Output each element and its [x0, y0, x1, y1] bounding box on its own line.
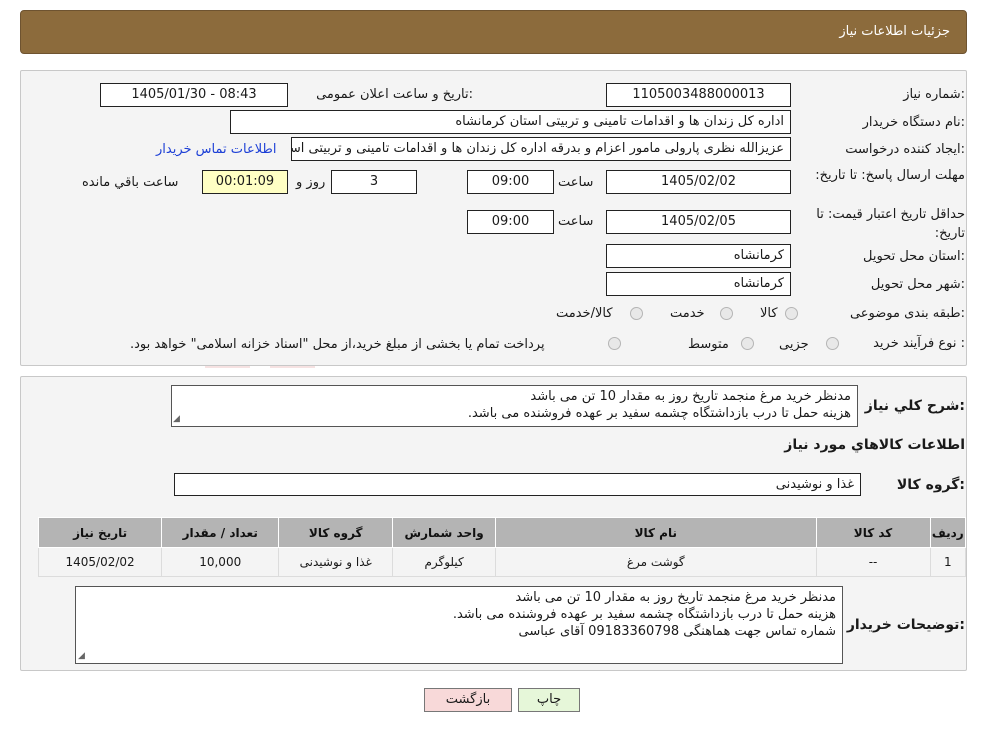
back-button[interactable]: بازگشت: [424, 688, 512, 712]
row-index-cell: 1: [929, 547, 967, 577]
delivery-city-label: شهر محل تحویل:: [870, 277, 965, 292]
goods-table: رديف کد کالا نام کالا واحد شمارش گروه کا…: [37, 517, 967, 577]
item-group-cell: غذا و نوشیدنی: [278, 547, 394, 577]
need-number-label: شماره نیاز:: [903, 87, 965, 102]
col-date-header: تاريخ نياز: [37, 517, 163, 548]
item-unit-cell: کیلوگرم: [392, 547, 496, 577]
days-remaining-field: 3: [331, 170, 417, 194]
deadline-time-label: ساعت: [558, 175, 594, 190]
col-unit-header: واحد شمارش: [392, 517, 496, 548]
item-name-cell: گوشت مرغ: [494, 547, 817, 577]
process-minor-radio[interactable]: [826, 337, 839, 350]
category-goods-label: کالا: [760, 306, 778, 321]
item-date-cell: 1405/02/02: [37, 547, 163, 577]
category-service-label: خدمت: [670, 306, 705, 321]
item-qty-cell: 10,000: [161, 547, 280, 577]
col-name-header: نام کالا: [494, 517, 817, 548]
col-group-header: گروه کالا: [278, 517, 394, 548]
announce-datetime-label: تاریخ و ساعت اعلان عمومی:: [316, 87, 473, 102]
delivery-province-label: استان محل تحویل:: [863, 249, 965, 264]
deadline-label: مهلت ارسال پاسخ: تا تاریخ:: [815, 168, 965, 183]
need-number-field: 1105003488000013: [606, 83, 791, 107]
category-label: طبقه بندی موضوعی:: [849, 306, 965, 321]
payment-note-radio[interactable]: [608, 337, 621, 350]
goods-group-label: گروه کالا:: [896, 477, 965, 493]
buyer-notes-resize-grip[interactable]: ◢: [78, 651, 85, 732]
price-validity-time-field: 09:00: [467, 210, 554, 234]
remaining-time-field: 00:01:09: [202, 170, 288, 194]
days-label: روز و: [296, 175, 326, 190]
deadline-time-field: 09:00: [467, 170, 554, 194]
buyer-contact-link[interactable]: اطلاعات تماس خریدار: [156, 142, 276, 157]
category-goods-service-radio[interactable]: [630, 307, 643, 320]
buyer-org-label: نام دستگاه خریدار:: [862, 115, 965, 130]
announce-datetime-field: 1405/01/30 - 08:43: [100, 83, 288, 107]
goods-section-title: اطلاعات کالاهاي مورد نياز: [784, 437, 965, 453]
process-type-label: نوع فرآیند خرید :: [873, 336, 965, 351]
goods-group-field: غذا و نوشیدنی: [174, 473, 861, 496]
delivery-city-field: کرمانشاه: [606, 272, 791, 296]
print-button[interactable]: چاپ: [518, 688, 580, 712]
process-minor-label: جزیی: [779, 337, 809, 352]
col-row-header: رديف: [929, 517, 967, 548]
category-service-radio[interactable]: [720, 307, 733, 320]
process-medium-label: متوسط: [688, 337, 729, 352]
col-code-header: کد کالا: [815, 517, 931, 548]
buyer-org-field: اداره کل زندان ها و اقدامات تامینی و ترب…: [230, 110, 791, 134]
remaining-label: ساعت باقي مانده: [82, 175, 179, 190]
buyer-notes-label: توضیحات خریدار:: [846, 617, 965, 633]
deadline-date-field: 1405/02/02: [606, 170, 791, 194]
payment-note-text: پرداخت تمام یا بخشی از مبلغ خرید،از محل …: [130, 337, 545, 352]
validity-time-label: ساعت: [558, 214, 594, 229]
process-medium-radio[interactable]: [741, 337, 754, 350]
buyer-notes-textarea[interactable]: مدنظر خرید مرغ منجمد تاریخ روز به مقدار …: [75, 586, 843, 664]
item-code-cell: --: [815, 547, 931, 577]
price-validity-label: حداقل تاریخ اعتبار قیمت: تا تاریخ:: [816, 207, 965, 241]
description-textarea[interactable]: مدنظر خرید مرغ منجمد تاریخ روز به مقدار …: [171, 385, 858, 427]
category-goods-radio[interactable]: [785, 307, 798, 320]
delivery-province-field: کرمانشاه: [606, 244, 791, 268]
creator-field: عزیزالله نظری پارولی مامور اعزام و بدرقه…: [291, 137, 791, 161]
page-header: جزئیات اطلاعات نیاز: [20, 10, 967, 54]
creator-label: ایجاد کننده درخواست:: [845, 142, 965, 157]
category-goods-service-label: کالا/خدمت: [556, 306, 613, 321]
price-validity-date-field: 1405/02/05: [606, 210, 791, 234]
col-qty-header: تعداد / مقدار: [161, 517, 280, 548]
description-label: شرح کلي نياز:: [864, 398, 965, 414]
goods-table-header: رديف کد کالا نام کالا واحد شمارش گروه کا…: [37, 517, 967, 548]
table-row: 1 -- گوشت مرغ کیلوگرم غذا و نوشیدنی 10,0…: [37, 547, 967, 577]
page-title: جزئیات اطلاعات نیاز: [839, 24, 950, 39]
